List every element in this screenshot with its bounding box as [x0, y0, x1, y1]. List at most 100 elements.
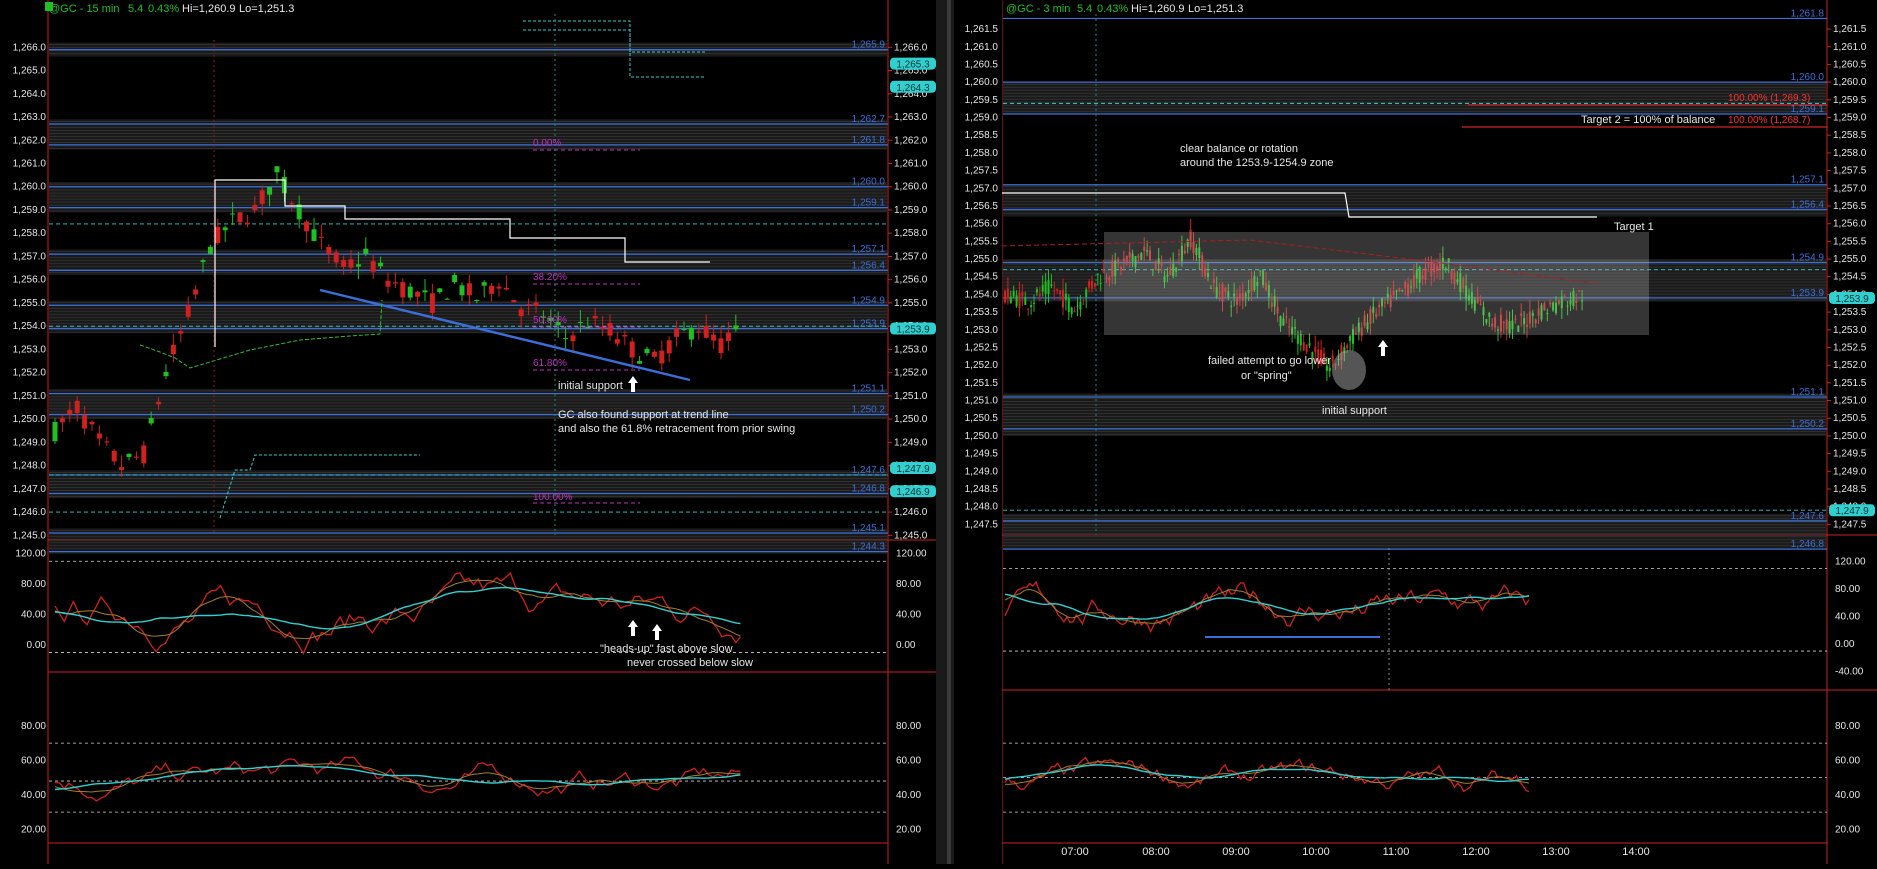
left-panel-candle [252, 204, 258, 211]
left-panel-price-tick-right: 1,253.0 [894, 344, 928, 355]
left-panel-candle [688, 327, 694, 340]
spring-highlight [1332, 350, 1366, 390]
left-panel-level-label: 1,251.1 [852, 384, 886, 395]
right-panel-level-label: 1,251.1 [1791, 387, 1825, 398]
left-panel-price-tick-right: 1,258.0 [894, 228, 928, 239]
left-panel-candle [96, 433, 102, 439]
left-panel-candle [141, 445, 147, 464]
left-panel-candle [119, 467, 125, 470]
right-support-arrow [1378, 340, 1388, 356]
left-panel-candle [718, 338, 724, 354]
left-panel-candle [193, 289, 199, 295]
left-panel-osc1-tick-left: 80.00 [21, 579, 46, 590]
right-panel-candle [1091, 280, 1093, 289]
left-panel-cyan-tag-text: 1,264.3 [896, 83, 930, 94]
left-panel-level-label: 1,265.9 [852, 40, 886, 51]
left-panel-price-tick-left: 1,265.0 [13, 66, 47, 77]
right-panel-price-tick-left: 1,260.5 [965, 59, 999, 70]
left-panel-candle [429, 293, 435, 313]
right-panel-price-tick-left: 1,248.0 [965, 502, 999, 513]
right-panel-price-tick-left: 1,255.5 [965, 236, 999, 247]
left-panel-candle [89, 421, 95, 425]
left-panel-osc1-line [54, 586, 741, 630]
right-panel-osc1-tick-right: 80.00 [1835, 584, 1860, 595]
target2-label: Target 2 = 100% of balance [1581, 114, 1715, 126]
target-label-2: 100.00% (1,268.7) [1728, 115, 1810, 126]
right-panel-osc1-tick-right: 0.00 [1835, 639, 1855, 650]
heads-up-arrow-1 [628, 620, 638, 636]
left-panel-candle [111, 450, 117, 462]
left-panel-candle [659, 350, 665, 364]
fib-50: 50.00% [533, 315, 567, 326]
right-panel-candle [1004, 291, 1006, 303]
right-panel-zone-3 [1003, 393, 1826, 436]
left-panel-price-tick-right: 1,259.0 [894, 205, 928, 216]
heads-up-line1: "heads-up" fast above slow [600, 643, 733, 655]
left-panel-price-tick-right: 1,245.0 [894, 530, 928, 541]
right-panel-osc2-tick-right: 80.00 [1835, 721, 1860, 732]
left-panel-level-label: 1,247.6 [852, 465, 886, 476]
left-panel-candle [200, 260, 206, 262]
time-label: 12:00 [1462, 846, 1490, 858]
left-panel-candle [474, 300, 480, 302]
right-panel-price-tick-left: 1,257.5 [965, 166, 999, 177]
left-panel-candle [156, 401, 162, 405]
left-panel-candle [244, 222, 250, 225]
left-panel-price-tick-left: 1,254.0 [13, 321, 47, 332]
right-panel-level-label: 1,253.9 [1791, 288, 1825, 299]
left-panel-candle [104, 441, 110, 443]
right-panel-price-tick-left: 1,249.5 [965, 449, 999, 460]
right-panel-candle [1085, 289, 1088, 297]
left-panel-cyan-tag-text: 1,253.9 [896, 325, 930, 336]
right-panel-candle [1006, 288, 1009, 299]
left-panel-candle [385, 280, 391, 287]
right-panel-price-tick-right: 1,257.5 [1833, 166, 1867, 177]
left-panel-osc2-line [54, 756, 741, 802]
right-symbol: @GC - 3 min [1006, 3, 1070, 15]
right-panel-price-tick-right: 1,255.5 [1833, 236, 1867, 247]
right-panel-candle [1015, 295, 1018, 307]
right-panel-level-label: 1,250.2 [1791, 419, 1825, 430]
left-panel-price-tick-right: 1,249.0 [894, 437, 928, 448]
left-panel-price-tick-right: 1,261.0 [894, 159, 928, 170]
left-panel-candle [74, 400, 80, 413]
left-panel-price-tick-right: 1,263.0 [894, 112, 928, 123]
right-panel-cyan-tag-text: 1,247.9 [1835, 506, 1869, 517]
left-panel-candle [511, 300, 517, 303]
right-panel-candle [1050, 284, 1053, 287]
right-change: 5.4 [1077, 3, 1092, 15]
chart-canvas: 1,266.01,266.01,265.01,265.01,264.01,264… [13, 0, 1877, 864]
right-panel-osc1-tick-right: -40.00 [1835, 667, 1864, 678]
left-panel-price-tick-left: 1,245.0 [13, 530, 47, 541]
time-label: 10:00 [1302, 846, 1330, 858]
right-panel-level-label: 1,247.6 [1791, 511, 1825, 522]
left-panel-osc2-tick-right: 80.00 [896, 721, 921, 732]
right-panel-price-tick-right: 1,255.0 [1833, 254, 1867, 265]
left-panel-candle [622, 334, 628, 337]
left-panel-candle [466, 283, 472, 296]
right-panel-price-tick-right: 1,257.0 [1833, 183, 1867, 194]
right-panel-price-tick-left: 1,258.0 [965, 148, 999, 159]
right-panel-price-tick-right: 1,254.5 [1833, 272, 1867, 283]
right-panel-price-tick-right: 1,260.5 [1833, 59, 1867, 70]
right-panel-osc1-tick-right: 120.00 [1835, 557, 1866, 568]
left-panel-candle [459, 285, 465, 296]
left-panel-candle [592, 315, 598, 319]
right-panel-price-tick-left: 1,261.5 [965, 24, 999, 35]
balance-note-line2: around the 1253.9-1254.9 zone [1180, 157, 1334, 169]
right-panel-price-tick-left: 1,258.5 [965, 130, 999, 141]
left-panel-price-tick-left: 1,258.0 [13, 228, 47, 239]
time-label: 08:00 [1142, 846, 1170, 858]
left-panel-candle [185, 305, 191, 317]
right-panel-osc2-line [1004, 756, 1530, 793]
right-panel-price-tick-right: 1,251.0 [1833, 396, 1867, 407]
left-panel-candle [230, 213, 236, 215]
left-panel-osc1-tick-left: 40.00 [21, 610, 46, 621]
left-panel-osc2-tick-right: 60.00 [896, 755, 921, 766]
right-panel-level-label: 1,259.1 [1791, 104, 1825, 115]
right-panel-candle [1346, 344, 1349, 349]
left-lo: Lo=1,251.3 [239, 3, 294, 15]
right-panel-price-tick-left: 1,260.0 [965, 77, 999, 88]
right-panel-candle [1047, 280, 1050, 295]
left-panel-candle [67, 409, 73, 415]
